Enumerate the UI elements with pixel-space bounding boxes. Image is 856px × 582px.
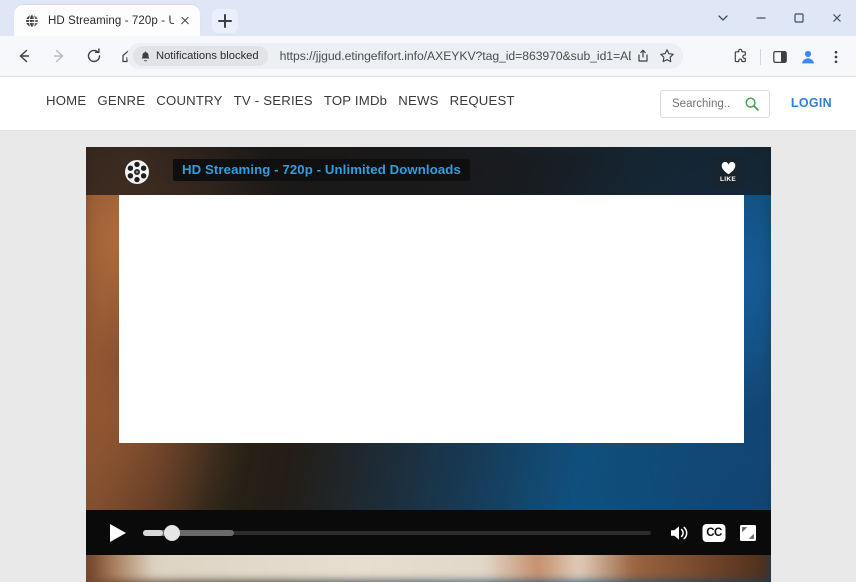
share-icon[interactable] [631,44,655,68]
tab-strip-bar: HD Streaming - 720p - Unlimite [0,0,856,36]
tab-title: HD Streaming - 720p - Unlimite [48,14,174,27]
like-label: LIKE [719,176,736,183]
browser-tab[interactable]: HD Streaming - 720p - Unlimite [14,5,200,36]
window-controls [704,0,856,36]
play-button[interactable] [95,510,141,555]
volume-icon [671,525,688,540]
heart-icon [721,161,736,175]
bell-slash-icon [140,50,151,62]
back-button[interactable] [9,41,39,71]
side-panel-icon[interactable] [766,43,794,71]
toolbar-divider [760,49,761,65]
progress-bar[interactable] [143,510,651,555]
globe-icon [24,13,40,29]
forward-button[interactable] [44,41,74,71]
video-player[interactable]: HD Streaming - 720p - Unlimited Download… [86,147,771,582]
page-viewport: HOME GENRE COUNTRY TV - SERIES TOP IMDb … [0,77,856,582]
star-icon[interactable] [655,44,679,68]
three-dots-icon[interactable] [822,43,850,71]
nav-item-genre[interactable]: GENRE [97,93,145,108]
search-box[interactable] [660,90,770,118]
nav-item-tv-series[interactable]: TV - SERIES [234,93,313,108]
nav-item-country[interactable]: COUNTRY [156,93,222,108]
player-controls: CC [86,510,771,555]
notifications-blocked-chip[interactable]: Notifications blocked [133,46,268,66]
reload-button[interactable] [79,41,109,71]
avatar-icon[interactable] [794,43,822,71]
progress-handle[interactable] [164,525,181,541]
search-input[interactable] [670,97,744,111]
like-button[interactable]: LIKE [712,157,744,188]
maximize-button[interactable] [780,0,818,36]
tab-search-button[interactable] [704,0,742,36]
play-icon [110,524,126,542]
notifications-blocked-label: Notifications blocked [156,50,259,62]
fullscreen-button[interactable] [731,510,765,555]
close-window-button[interactable] [818,0,856,36]
address-bar[interactable]: Notifications blocked https://jjgud.etin… [127,43,683,69]
nav-item-news[interactable]: NEWS [398,93,438,108]
site-header: HOME GENRE COUNTRY TV - SERIES TOP IMDb … [0,77,856,131]
progress-played [143,530,164,536]
puzzle-piece-icon[interactable] [727,43,755,71]
player-top-bar: HD Streaming - 720p - Unlimited Download… [86,147,771,195]
browser-window: HD Streaming - 720p - Unlimite [0,0,856,582]
url-text: https://jjgud.etingefifort.info/AXEYKV?t… [279,49,631,63]
toolbar-right-actions [727,43,850,71]
nav-item-home[interactable]: HOME [46,93,86,108]
login-link[interactable]: LOGIN [791,96,832,110]
player-title: HD Streaming - 720p - Unlimited Download… [173,159,470,181]
site-nav: HOME GENRE COUNTRY TV - SERIES TOP IMDb … [46,93,515,108]
minimize-button[interactable] [742,0,780,36]
nav-item-top-imdb[interactable]: TOP IMDb [324,93,387,108]
film-reel-icon [124,159,150,185]
search-icon[interactable] [744,96,760,112]
fullscreen-icon [740,524,756,541]
close-tab-icon[interactable] [176,12,194,30]
cc-icon: CC [702,523,726,542]
volume-button[interactable] [663,510,697,555]
captions-button[interactable]: CC [697,510,731,555]
nav-item-request[interactable]: REQUEST [450,93,515,108]
new-tab-button[interactable] [212,9,238,33]
player-video-area[interactable] [119,195,744,443]
